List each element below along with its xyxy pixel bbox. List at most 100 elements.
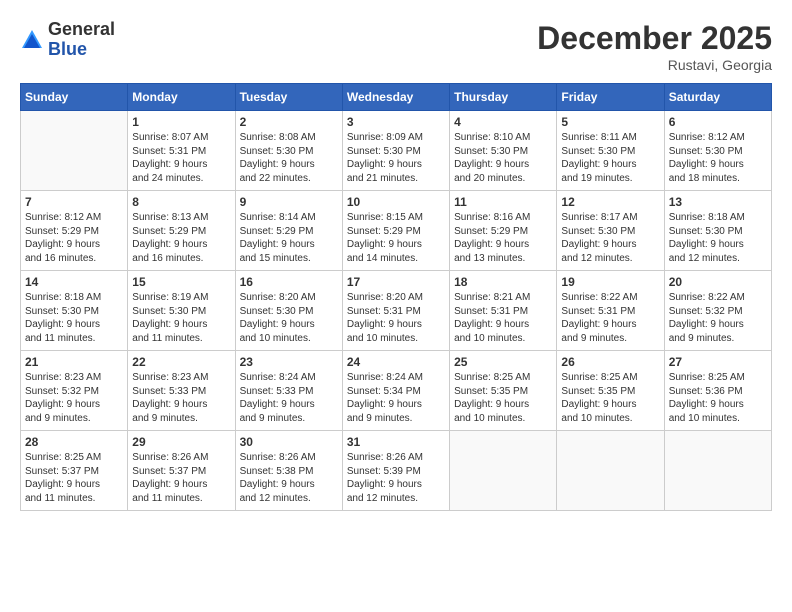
day-number: 21	[25, 355, 123, 369]
day-info: Sunrise: 8:18 AM Sunset: 5:30 PM Dayligh…	[25, 291, 123, 345]
day-number: 7	[25, 195, 123, 209]
week-row: 21 Sunrise: 8:23 AM Sunset: 5:32 PM Dayli…	[21, 351, 772, 431]
day-info: Sunrise: 8:22 AM Sunset: 5:32 PM Dayligh…	[669, 291, 767, 345]
day-number: 16	[240, 275, 338, 289]
day-number: 19	[561, 275, 659, 289]
calendar-cell: 5 Sunrise: 8:11 AM Sunset: 5:30 PM Daylig…	[557, 111, 664, 191]
day-number: 9	[240, 195, 338, 209]
calendar-cell: 28 Sunrise: 8:25 AM Sunset: 5:37 PM Dayli…	[21, 431, 128, 511]
header-cell-thursday: Thursday	[450, 84, 557, 111]
day-info: Sunrise: 8:25 AM Sunset: 5:37 PM Dayligh…	[25, 451, 123, 505]
day-number: 13	[669, 195, 767, 209]
day-number: 22	[132, 355, 230, 369]
logo-general-text: General	[48, 19, 115, 39]
day-info: Sunrise: 8:15 AM Sunset: 5:29 PM Dayligh…	[347, 211, 445, 265]
calendar-cell: 15 Sunrise: 8:19 AM Sunset: 5:30 PM Dayli…	[128, 271, 235, 351]
day-info: Sunrise: 8:09 AM Sunset: 5:30 PM Dayligh…	[347, 131, 445, 185]
calendar-cell: 4Sunrise: 8:10 AM Sunset: 5:30 PM Daylig…	[450, 111, 557, 191]
day-info: Sunrise: 8:21 AM Sunset: 5:31 PM Dayligh…	[454, 291, 552, 345]
day-info: Sunrise: 8:17 AM Sunset: 5:30 PM Dayligh…	[561, 211, 659, 265]
calendar-cell: 2 Sunrise: 8:08 AM Sunset: 5:30 PM Daylig…	[235, 111, 342, 191]
day-info: Sunrise: 8:11 AM Sunset: 5:30 PM Dayligh…	[561, 131, 659, 185]
calendar-cell	[21, 111, 128, 191]
header-cell-friday: Friday	[557, 84, 664, 111]
day-info: Sunrise: 8:18 AM Sunset: 5:30 PM Dayligh…	[669, 211, 767, 265]
day-number: 17	[347, 275, 445, 289]
day-info: Sunrise: 8:24 AM Sunset: 5:33 PM Dayligh…	[240, 371, 338, 425]
calendar: SundayMondayTuesdayWednesdayThursdayFrid…	[20, 83, 772, 511]
calendar-cell: 27 Sunrise: 8:25 AM Sunset: 5:36 PM Dayli…	[664, 351, 771, 431]
calendar-cell: 12 Sunrise: 8:17 AM Sunset: 5:30 PM Dayli…	[557, 191, 664, 271]
day-info: Sunrise: 8:25 AM Sunset: 5:35 PM Dayligh…	[561, 371, 659, 425]
calendar-cell: 9Sunrise: 8:14 AM Sunset: 5:29 PM Daylig…	[235, 191, 342, 271]
day-info: Sunrise: 8:26 AM Sunset: 5:38 PM Dayligh…	[240, 451, 338, 505]
day-number: 25	[454, 355, 552, 369]
day-number: 11	[454, 195, 552, 209]
day-info: Sunrise: 8:23 AM Sunset: 5:32 PM Dayligh…	[25, 371, 123, 425]
calendar-cell: 24 Sunrise: 8:24 AM Sunset: 5:34 PM Dayli…	[342, 351, 449, 431]
day-info: Sunrise: 8:22 AM Sunset: 5:31 PM Dayligh…	[561, 291, 659, 345]
day-number: 14	[25, 275, 123, 289]
logo-text: General Blue	[48, 20, 115, 60]
calendar-cell: 14 Sunrise: 8:18 AM Sunset: 5:30 PM Dayli…	[21, 271, 128, 351]
header-cell-sunday: Sunday	[21, 84, 128, 111]
day-number: 20	[669, 275, 767, 289]
calendar-cell: 10Sunrise: 8:15 AM Sunset: 5:29 PM Dayli…	[342, 191, 449, 271]
location: Rustavi, Georgia	[537, 57, 772, 73]
calendar-cell: 13 Sunrise: 8:18 AM Sunset: 5:30 PM Dayli…	[664, 191, 771, 271]
day-number: 5	[561, 115, 659, 129]
week-row: 28 Sunrise: 8:25 AM Sunset: 5:37 PM Dayli…	[21, 431, 772, 511]
day-number: 6	[669, 115, 767, 129]
calendar-cell: 17 Sunrise: 8:20 AM Sunset: 5:31 PM Dayli…	[342, 271, 449, 351]
day-number: 29	[132, 435, 230, 449]
calendar-body: 1Sunrise: 8:07 AM Sunset: 5:31 PM Daylig…	[21, 111, 772, 511]
day-info: Sunrise: 8:19 AM Sunset: 5:30 PM Dayligh…	[132, 291, 230, 345]
calendar-header: SundayMondayTuesdayWednesdayThursdayFrid…	[21, 84, 772, 111]
calendar-cell: 1Sunrise: 8:07 AM Sunset: 5:31 PM Daylig…	[128, 111, 235, 191]
day-number: 31	[347, 435, 445, 449]
calendar-cell: 11 Sunrise: 8:16 AM Sunset: 5:29 PM Dayli…	[450, 191, 557, 271]
day-number: 12	[561, 195, 659, 209]
day-number: 24	[347, 355, 445, 369]
calendar-cell: 29 Sunrise: 8:26 AM Sunset: 5:37 PM Dayli…	[128, 431, 235, 511]
day-number: 18	[454, 275, 552, 289]
header-cell-wednesday: Wednesday	[342, 84, 449, 111]
day-number: 27	[669, 355, 767, 369]
day-info: Sunrise: 8:23 AM Sunset: 5:33 PM Dayligh…	[132, 371, 230, 425]
day-number: 4	[454, 115, 552, 129]
header-cell-monday: Monday	[128, 84, 235, 111]
day-info: Sunrise: 8:16 AM Sunset: 5:29 PM Dayligh…	[454, 211, 552, 265]
day-info: Sunrise: 8:12 AM Sunset: 5:30 PM Dayligh…	[669, 131, 767, 185]
day-number: 28	[25, 435, 123, 449]
day-info: Sunrise: 8:20 AM Sunset: 5:31 PM Dayligh…	[347, 291, 445, 345]
calendar-cell: 22 Sunrise: 8:23 AM Sunset: 5:33 PM Dayli…	[128, 351, 235, 431]
day-info: Sunrise: 8:26 AM Sunset: 5:39 PM Dayligh…	[347, 451, 445, 505]
day-info: Sunrise: 8:26 AM Sunset: 5:37 PM Dayligh…	[132, 451, 230, 505]
page-header: General Blue December 2025 Rustavi, Geor…	[20, 20, 772, 73]
calendar-cell: 21 Sunrise: 8:23 AM Sunset: 5:32 PM Dayli…	[21, 351, 128, 431]
logo-icon	[20, 28, 44, 52]
day-number: 23	[240, 355, 338, 369]
calendar-cell: 16 Sunrise: 8:20 AM Sunset: 5:30 PM Dayli…	[235, 271, 342, 351]
day-info: Sunrise: 8:25 AM Sunset: 5:35 PM Dayligh…	[454, 371, 552, 425]
day-info: Sunrise: 8:08 AM Sunset: 5:30 PM Dayligh…	[240, 131, 338, 185]
calendar-cell: 19 Sunrise: 8:22 AM Sunset: 5:31 PM Dayli…	[557, 271, 664, 351]
calendar-cell: 31 Sunrise: 8:26 AM Sunset: 5:39 PM Dayli…	[342, 431, 449, 511]
day-number: 15	[132, 275, 230, 289]
calendar-cell: 7Sunrise: 8:12 AM Sunset: 5:29 PM Daylig…	[21, 191, 128, 271]
week-row: 7Sunrise: 8:12 AM Sunset: 5:29 PM Daylig…	[21, 191, 772, 271]
day-number: 2	[240, 115, 338, 129]
calendar-cell: 25 Sunrise: 8:25 AM Sunset: 5:35 PM Dayli…	[450, 351, 557, 431]
calendar-cell: 3Sunrise: 8:09 AM Sunset: 5:30 PM Daylig…	[342, 111, 449, 191]
day-info: Sunrise: 8:20 AM Sunset: 5:30 PM Dayligh…	[240, 291, 338, 345]
header-row: SundayMondayTuesdayWednesdayThursdayFrid…	[21, 84, 772, 111]
day-number: 1	[132, 115, 230, 129]
header-cell-tuesday: Tuesday	[235, 84, 342, 111]
day-info: Sunrise: 8:24 AM Sunset: 5:34 PM Dayligh…	[347, 371, 445, 425]
calendar-cell: 18 Sunrise: 8:21 AM Sunset: 5:31 PM Dayli…	[450, 271, 557, 351]
calendar-cell	[557, 431, 664, 511]
day-info: Sunrise: 8:13 AM Sunset: 5:29 PM Dayligh…	[132, 211, 230, 265]
calendar-cell	[450, 431, 557, 511]
day-number: 26	[561, 355, 659, 369]
day-info: Sunrise: 8:25 AM Sunset: 5:36 PM Dayligh…	[669, 371, 767, 425]
